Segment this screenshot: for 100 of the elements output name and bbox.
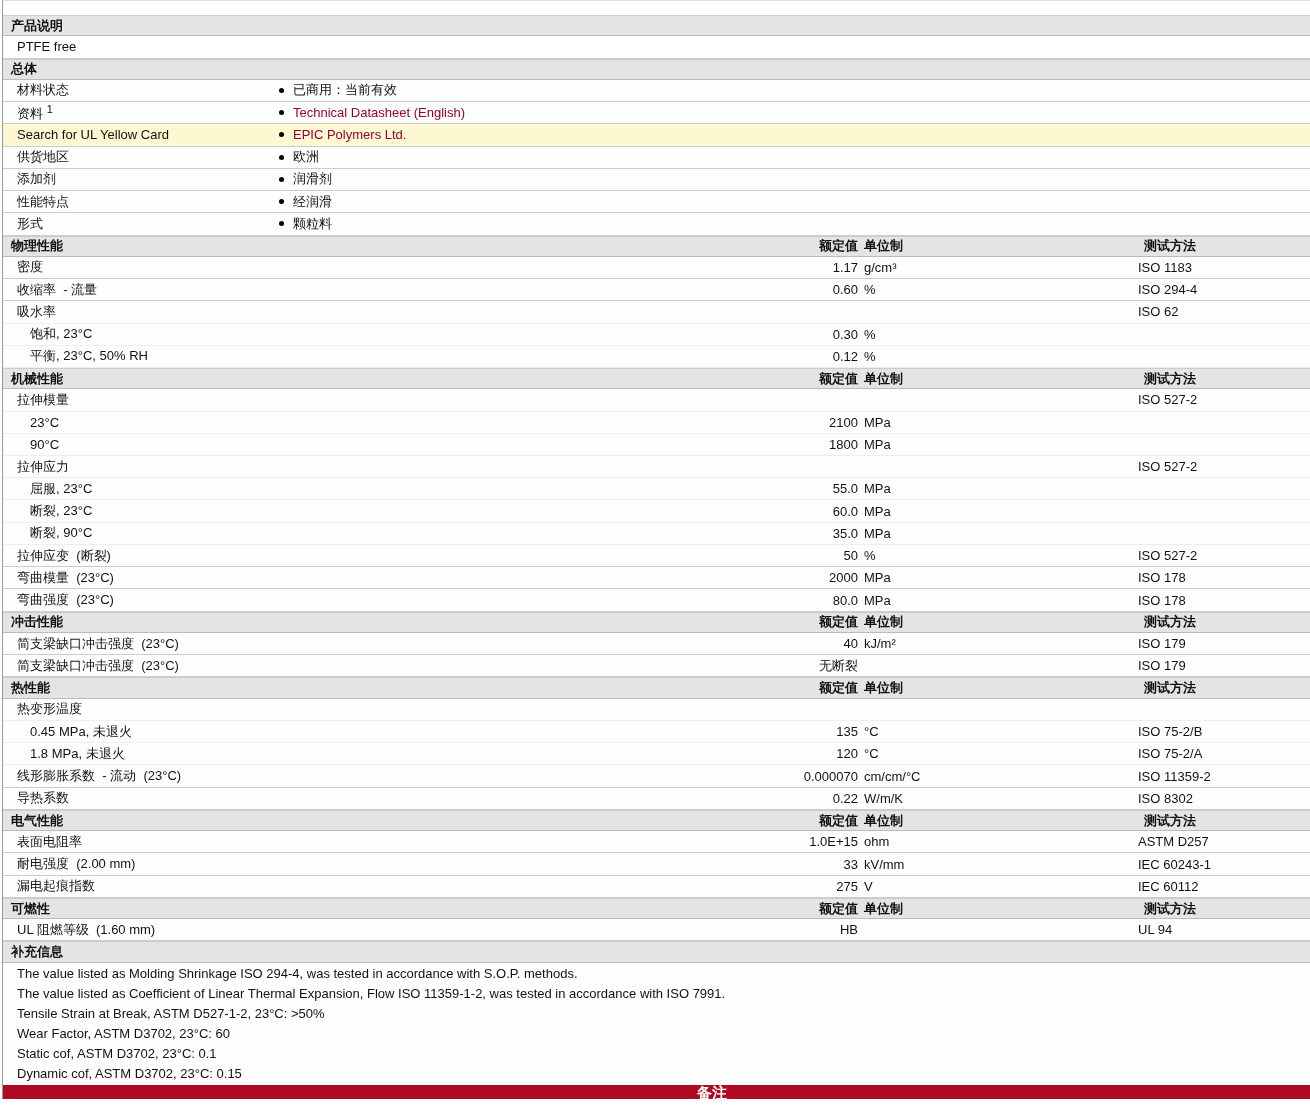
property-value: 1.17 — [831, 259, 858, 275]
property-label: 拉伸应变 (断裂) — [16, 546, 112, 565]
property-label: 导热系数 — [16, 789, 70, 808]
property-value: 0.60 — [831, 282, 858, 298]
property-value: 0.12 — [831, 348, 858, 364]
property-value: 1800 — [828, 436, 858, 452]
property-label: 拉伸应力 — [16, 457, 70, 476]
note-text: Dynamic cof, ASTM D3702, 23°C: 0.15 — [16, 1064, 243, 1083]
bullet-icon — [279, 87, 284, 93]
property-unit: kJ/m² — [863, 636, 897, 652]
property-value: 0.22 — [831, 790, 858, 806]
info-label: 资料 $^{1}$ — [16, 102, 54, 123]
property-value: 0.000070 — [802, 768, 858, 784]
column-header: 测试方法 — [1143, 679, 1197, 698]
column-header: 测试方法 — [1143, 811, 1197, 830]
test-method: IEC 60112 — [1138, 878, 1200, 894]
column-header: 单位制 — [863, 679, 904, 698]
info-link[interactable]: EPIC Polymers Ltd. — [293, 127, 407, 143]
property-label: 线形膨胀系数 - 流动 (23°C) — [16, 767, 183, 786]
property-value: 135 — [835, 724, 858, 740]
property-value: 60.0 — [831, 503, 858, 519]
test-method: ISO 8302 — [1138, 790, 1194, 806]
column-header: 测试方法 — [1143, 899, 1197, 918]
property-value: 2000 — [828, 570, 858, 586]
property-value: 50 — [842, 548, 858, 564]
property-unit: °C — [863, 746, 880, 762]
test-method: ISO 294-4 — [1138, 282, 1199, 298]
bullet-icon — [279, 154, 284, 160]
column-header: 额定值 — [818, 899, 858, 918]
section-title: 可燃性 — [11, 899, 51, 918]
note-text: The value listed as Molding Shrinkage ISO 294-4, was tested in accordance with S.O.P. methods. — [16, 964, 579, 983]
property-unit: % — [863, 548, 877, 564]
property-label: 0.45 MPa, 未退火 — [29, 722, 133, 741]
property-label: 1.8 MPa, 未退火 — [29, 744, 126, 763]
property-label: 饱和, 23°C — [29, 325, 94, 344]
property-value: 0.30 — [831, 326, 858, 342]
note-text: Tensile Strain at Break, ASTM D527-1-2, 23°C: >50% — [16, 1004, 326, 1023]
note-text: Static cof, ASTM D3702, 23°C: 0.1 — [16, 1044, 218, 1063]
property-label: 断裂, 90°C — [29, 524, 94, 543]
info-value: 颗粒料 — [293, 214, 332, 233]
property-value: 40 — [842, 636, 858, 652]
section-title: 总体 — [11, 60, 38, 79]
property-unit: °C — [863, 724, 880, 740]
property-unit: V — [863, 878, 874, 894]
test-method: ISO 75-2/B — [1138, 724, 1204, 740]
property-value: 1.0E+15 — [808, 834, 858, 850]
test-method: ISO 527-2 — [1138, 459, 1199, 475]
property-unit: g/cm³ — [863, 259, 898, 275]
property-unit: MPa — [863, 436, 892, 452]
property-label: 收缩率 - 流量 — [16, 280, 99, 299]
property-unit: MPa — [863, 592, 892, 608]
property-label: 简支梁缺口冲击强度 (23°C) — [16, 656, 180, 675]
section-title: 机械性能 — [11, 369, 64, 388]
note-text: Wear Factor, ASTM D3702, 23°C: 60 — [16, 1024, 232, 1043]
info-value: 已商用：当前有效 — [293, 81, 397, 100]
property-unit: MPa — [863, 570, 892, 586]
property-label: 表面电阻率 — [16, 832, 83, 851]
bullet-icon — [279, 110, 284, 116]
property-unit: cm/cm/°C — [863, 768, 922, 784]
info-label: 供货地区 — [16, 148, 70, 167]
bullet-icon — [279, 132, 284, 138]
section-title: 冲击性能 — [11, 613, 64, 632]
info-label: 性能特点 — [16, 192, 70, 211]
property-label: 断裂, 23°C — [29, 502, 94, 521]
property-unit: MPa — [863, 525, 892, 541]
property-value: 80.0 — [831, 592, 858, 608]
property-unit: W/m/K — [863, 790, 904, 806]
property-value: 275 — [835, 878, 858, 894]
property-unit: kV/mm — [863, 856, 906, 872]
property-value: HB — [838, 922, 858, 938]
test-method: ISO 75-2/A — [1138, 746, 1204, 762]
property-value: 55.0 — [831, 481, 858, 497]
info-value: 经润滑 — [293, 192, 332, 211]
test-method: ASTM D257 — [1138, 834, 1210, 850]
property-label: UL 阻燃等级 (1.60 mm) — [16, 920, 157, 939]
property-unit: % — [863, 282, 877, 298]
property-label: 弯曲强度 (23°C) — [16, 591, 115, 609]
property-label: 简支梁缺口冲击强度 (23°C) — [16, 634, 180, 653]
test-method: ISO 62 — [1138, 304, 1180, 320]
property-value: 35.0 — [831, 525, 858, 541]
column-header: 单位制 — [863, 613, 904, 632]
property-label: 密度 — [16, 258, 44, 277]
property-label: 拉伸模量 — [16, 390, 70, 409]
info-value: 欧洲 — [293, 148, 319, 167]
column-header: 测试方法 — [1143, 237, 1197, 256]
info-link[interactable]: Technical Datasheet (English) — [293, 105, 465, 121]
info-label: 材料状态 — [16, 81, 70, 100]
column-header: 额定值 — [818, 613, 858, 632]
test-method: ISO 178 — [1138, 570, 1187, 586]
section-title: 电气性能 — [11, 811, 64, 830]
property-unit: MPa — [863, 481, 892, 497]
column-header: 额定值 — [818, 679, 858, 698]
info-label: 添加剂 — [16, 170, 57, 189]
column-header: 单位制 — [863, 899, 904, 918]
description-text: PTFE free — [17, 39, 77, 55]
bullet-icon — [279, 176, 284, 182]
section-title: 物理性能 — [11, 237, 64, 256]
info-label: 形式 — [16, 214, 44, 233]
property-unit: MPa — [863, 414, 892, 430]
test-method: ISO 179 — [1138, 658, 1187, 674]
